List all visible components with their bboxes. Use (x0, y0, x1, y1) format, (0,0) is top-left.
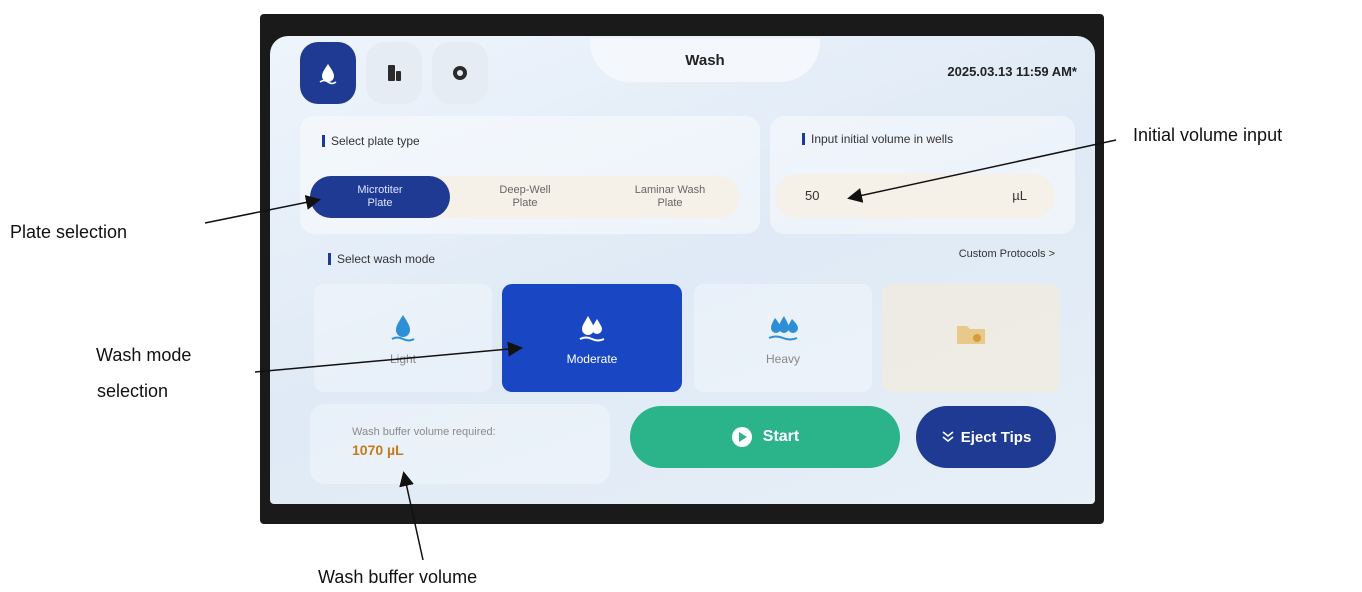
arrow-wash-mode (254, 341, 523, 373)
annotation-arrows (204, 139, 1117, 561)
arrow-wash-buffer (399, 471, 424, 561)
annotation-wash-mode-line1: Wash mode (96, 345, 192, 365)
annotation-wash-buffer: Wash buffer volume (318, 567, 478, 587)
arrow-initial-volume (847, 139, 1117, 203)
arrow-plate-selection (204, 195, 321, 224)
annotation-wash-mode-line2: selection (97, 381, 169, 401)
annotation-plate-selection: Plate selection (10, 222, 128, 242)
annotation-initial-volume: Initial volume input (1133, 125, 1283, 145)
